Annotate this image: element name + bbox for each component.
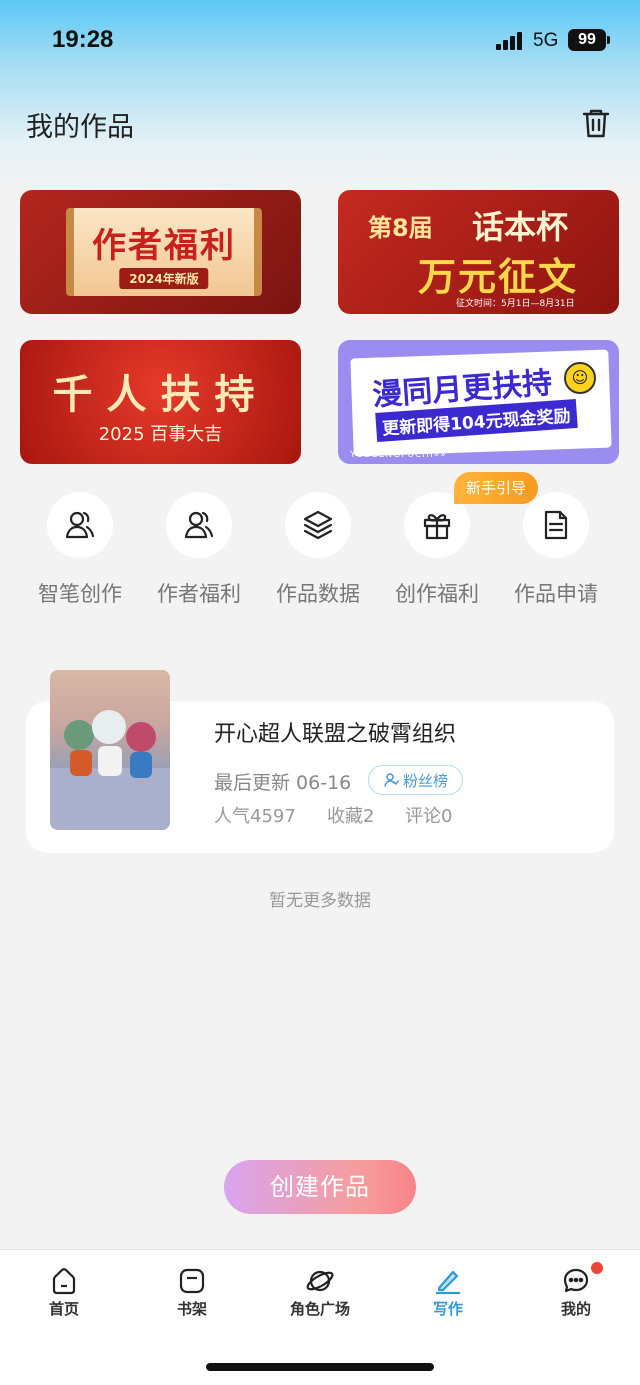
tab-writing[interactable]: 写作 <box>398 1266 498 1330</box>
tab-label: 书架 <box>176 1300 207 1318</box>
banner-edition: 第8届 <box>368 214 433 242</box>
page-title: 我的作品 <box>26 112 134 143</box>
banner-thousand-support[interactable]: 千人扶持 2025 百事大吉 <box>20 340 301 464</box>
work-comments: 评论0 <box>405 806 453 827</box>
work-favorites: 收藏2 <box>327 806 375 827</box>
quick-action-creation-welfare[interactable]: 创作福利 <box>377 490 497 610</box>
layers-icon <box>285 492 351 558</box>
tab-home[interactable]: 首页 <box>14 1266 114 1330</box>
tab-character-plaza[interactable]: 角色广场 <box>270 1266 370 1330</box>
banner-note: 征文时间：5月1日—8月31日 <box>456 299 575 309</box>
chat-icon <box>561 1266 591 1296</box>
work-title: 开心超人联盟之破霄组织 <box>214 722 457 747</box>
planet-icon <box>305 1266 335 1296</box>
signal-icon <box>496 32 524 50</box>
banner-subtitle: 2024年新版 <box>119 268 209 289</box>
tab-label: 角色广场 <box>289 1300 350 1318</box>
banner-contest[interactable]: 第8届 话本杯 万元征文 征文时间：5月1日—8月31日 <box>338 190 619 314</box>
quick-action-label: 作品申请 <box>514 582 598 606</box>
banner-title: 千人扶持 <box>52 372 269 418</box>
fans-ranking-button[interactable]: 粉丝榜 <box>368 765 463 795</box>
work-popularity: 人气4597 <box>214 806 296 827</box>
quick-action-label: 创作福利 <box>395 582 479 606</box>
notification-dot <box>591 1262 603 1274</box>
quick-action-work-application[interactable]: 作品申请 <box>496 490 616 610</box>
tab-label: 我的 <box>560 1300 591 1318</box>
tab-bookshelf[interactable]: 书架 <box>142 1266 242 1330</box>
quick-action-work-data[interactable]: 作品数据 <box>258 490 378 610</box>
banner-author-welfare[interactable]: 作者福利 2024年新版 <box>20 190 301 314</box>
status-bar: 19:28 5G 99 <box>0 0 640 80</box>
tab-mine[interactable]: 我的 <box>526 1266 626 1330</box>
banner-title: 作者福利 <box>92 226 236 266</box>
battery-icon: 99 <box>568 29 610 51</box>
bookshelf-icon <box>177 1266 207 1296</box>
create-work-button[interactable]: 创建作品 <box>224 1160 416 1214</box>
newbie-guide-badge[interactable]: 新手引导 <box>454 472 538 504</box>
quick-action-label: 作者福利 <box>157 582 241 606</box>
users-icon <box>166 492 232 558</box>
banner-subtitle: 2025 百事大吉 <box>98 424 223 445</box>
banner-cup-name: 话本杯 <box>472 208 569 246</box>
banner-tag: YUEGENGFUCHI»» <box>350 450 447 460</box>
tab-label: 首页 <box>48 1300 79 1318</box>
quick-action-label: 作品数据 <box>276 582 360 606</box>
home-icon <box>49 1266 79 1296</box>
quick-actions: 智笔创作 作者福利 作品数据 创作福利 作品申请 <box>0 490 640 620</box>
network-label: 5G <box>533 30 559 51</box>
work-cover-image[interactable] <box>50 670 170 830</box>
banner-scroll: 作者福利 2024年新版 <box>66 208 262 296</box>
trash-icon[interactable] <box>580 106 612 140</box>
tab-label: 写作 <box>432 1300 463 1318</box>
home-indicator <box>206 1363 434 1371</box>
fans-ranking-label: 粉丝榜 <box>402 771 448 790</box>
user-icon <box>384 773 399 787</box>
pen-icon <box>433 1266 463 1296</box>
banner-title: 万元征文 <box>418 255 579 299</box>
quick-action-author-welfare[interactable]: 作者福利 <box>139 490 259 610</box>
status-time: 19:28 <box>52 26 114 53</box>
quick-action-label: 智笔创作 <box>38 582 122 606</box>
no-more-data-text: 暂无更多数据 <box>269 891 371 911</box>
work-last-updated: 最后更新 06-16 <box>214 772 352 794</box>
quick-action-smart-pen[interactable]: 智笔创作 <box>20 490 140 610</box>
smiley-icon: ☺ <box>564 362 596 394</box>
document-icon <box>523 492 589 558</box>
user-pen-icon <box>47 492 113 558</box>
banner-monthly-update[interactable]: 漫同月更扶持 更新即得104元现金奖励 YUEGENGFUCHI»» ☺ <box>338 340 619 464</box>
